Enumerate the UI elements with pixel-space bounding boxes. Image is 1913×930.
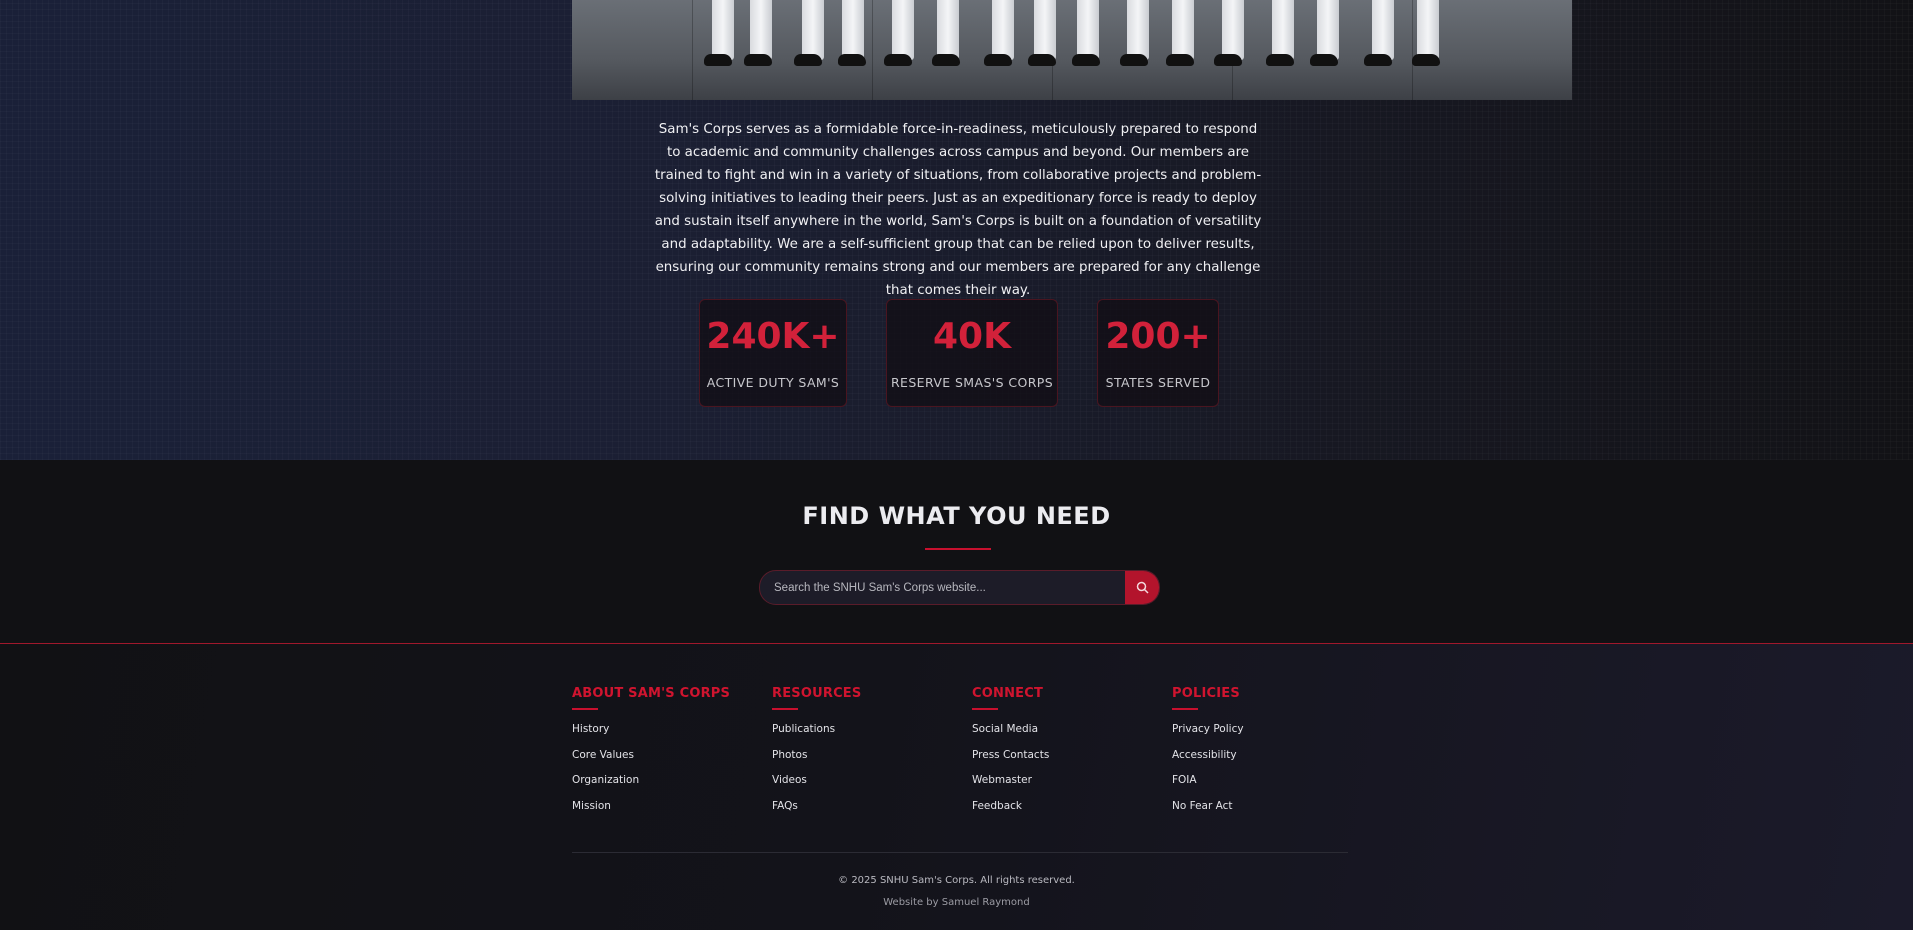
footer-link-publications[interactable]: Publications [772,722,952,748]
copyright-text: © 2025 SNHU Sam's Corps. All rights rese… [838,875,1075,886]
footer-link-feedback[interactable]: Feedback [972,799,1152,825]
footer-link-organization[interactable]: Organization [572,773,752,799]
stat-label: STATES SERVED [1105,375,1211,390]
footer-link-mission[interactable]: Mission [572,799,752,825]
footer-link-press-contacts[interactable]: Press Contacts [972,748,1152,774]
column-underline [1172,708,1198,710]
footer-link-webmaster[interactable]: Webmaster [972,773,1152,799]
footer-column-title: CONNECT [972,686,1044,701]
footer-link-no-fear-act[interactable]: No Fear Act [1172,799,1352,825]
footer-link-accessibility[interactable]: Accessibility [1172,748,1352,774]
stat-value: 40K [933,316,1011,357]
title-underline [925,548,991,550]
footer-column-connect: CONNECT Social Media Press Contacts Webm… [972,686,1152,824]
footer-column-policies: POLICIES Privacy Policy Accessibility FO… [1172,686,1352,824]
hero-image [572,0,1572,100]
footer-link-faqs[interactable]: FAQs [772,799,952,825]
find-title: FIND WHAT YOU NEED [802,502,1111,530]
find-section: FIND WHAT YOU NEED [0,460,1913,644]
footer-column-title: POLICIES [1172,686,1240,701]
stat-value: 240K+ [706,316,840,357]
column-underline [772,708,798,710]
footer-link-foia[interactable]: FOIA [1172,773,1352,799]
footer-column-resources: RESOURCES Publications Photos Videos FAQ… [772,686,952,824]
footer-column-title: ABOUT SAM'S CORPS [572,686,731,701]
footer-link-history[interactable]: History [572,722,752,748]
search-input[interactable] [760,571,1119,604]
footer-link-core-values[interactable]: Core Values [572,748,752,774]
intro-paragraph: Sam's Corps serves as a formidable force… [654,122,1262,299]
footer-link-photos[interactable]: Photos [772,748,952,774]
search-icon [1136,581,1149,594]
site-footer: ABOUT SAM'S CORPS History Core Values Or… [0,644,1913,930]
footer-link-social-media[interactable]: Social Media [972,722,1152,748]
search-form [759,570,1160,605]
footer-divider [572,852,1348,853]
footer-column-title: RESOURCES [772,686,862,701]
stat-card-reserve: 40K RESERVE SMAS'S CORPS [886,299,1058,407]
stat-value: 200+ [1105,316,1211,357]
search-button[interactable] [1125,571,1159,604]
column-underline [572,708,598,710]
footer-column-about: ABOUT SAM'S CORPS History Core Values Or… [572,686,752,824]
footer-link-videos[interactable]: Videos [772,773,952,799]
stat-label: ACTIVE DUTY SAM'S [706,375,840,390]
stat-card-states: 200+ STATES SERVED [1097,299,1219,407]
footer-link-privacy-policy[interactable]: Privacy Policy [1172,722,1352,748]
column-underline [972,708,998,710]
stats-row: 240K+ ACTIVE DUTY SAM'S 40K RESERVE SMAS… [0,299,1913,407]
about-section: Sam's Corps serves as a formidable force… [0,0,1913,460]
credit-text: Website by Samuel Raymond [883,897,1030,908]
stat-card-active-duty: 240K+ ACTIVE DUTY SAM'S [699,299,847,407]
stat-label: RESERVE SMAS'S CORPS [890,375,1054,390]
